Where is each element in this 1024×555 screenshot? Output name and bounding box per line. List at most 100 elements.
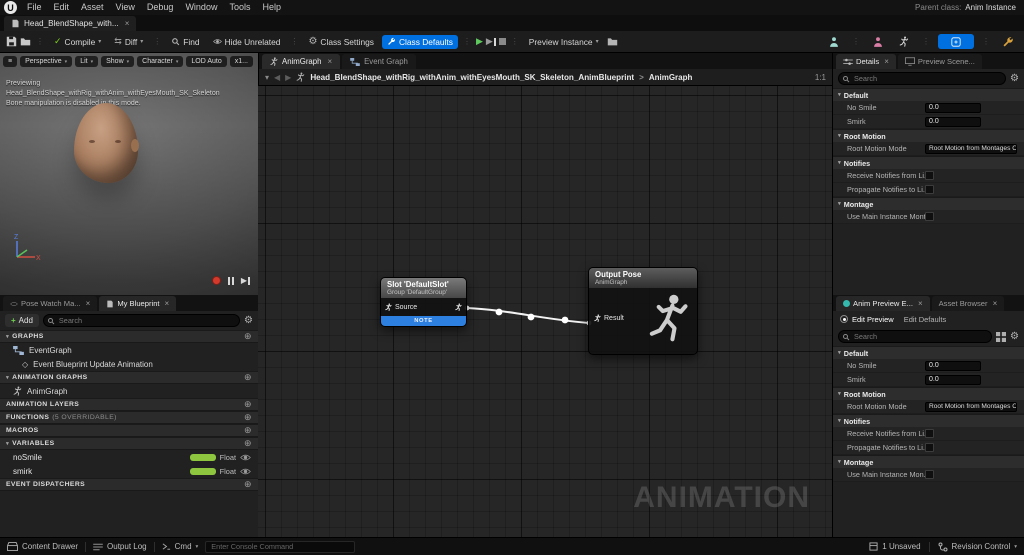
smirk-value-field[interactable]: 0.0	[925, 116, 981, 127]
compile-button[interactable]: ✓ Compile ▾	[49, 34, 106, 49]
hide-unrelated-button[interactable]: Hide Unrelated	[208, 35, 286, 49]
preview-viewport[interactable]: ≡ Perspective ▾ Lit ▾ Show ▾ Character ▾ LOD…	[0, 53, 258, 295]
gear-icon[interactable]: ⚙	[244, 315, 253, 326]
section-functions[interactable]: FUNCTIONS (5 OVERRIDABLE) ⊕	[0, 411, 258, 424]
section-variables[interactable]: ▾ VARIABLES ⊕	[0, 437, 258, 450]
slot-node-header[interactable]: Slot 'DefaultSlot' Group 'DefaultGroup'	[381, 278, 466, 298]
section-root-motion[interactable]: ▾ Root Motion	[833, 129, 1024, 142]
tab-animgraph[interactable]: AnimGraph ×	[262, 54, 341, 69]
receive-notifies-checkbox[interactable]	[925, 429, 934, 438]
section-macros[interactable]: MACROS ⊕	[0, 424, 258, 437]
find-button[interactable]: Find	[166, 35, 204, 49]
class-settings-button[interactable]: ⚙ Class Settings	[303, 35, 379, 49]
unreal-logo-icon[interactable]: U	[4, 1, 17, 14]
smirk-value-field[interactable]: 0.0	[925, 374, 981, 385]
close-icon[interactable]: ×	[86, 299, 91, 308]
playback-speed-button[interactable]: x1...	[229, 56, 253, 67]
edit-preview-radio[interactable]: Edit Preview	[840, 315, 894, 324]
lod-dropdown[interactable]: LOD Auto	[186, 56, 227, 67]
variable-row-smirk[interactable]: smirk Float	[0, 464, 258, 478]
asset-tab[interactable]: Head_BlendShape_with... ×	[4, 16, 137, 31]
section-root-motion[interactable]: ▾ Root Motion	[833, 387, 1024, 400]
animgraph-canvas[interactable]: Slot 'DefaultSlot' Group 'DefaultGroup' …	[258, 86, 832, 537]
eye-icon[interactable]	[240, 454, 251, 461]
viewport-menu-button[interactable]: ≡	[3, 56, 18, 67]
section-montage[interactable]: ▾ Montage	[833, 455, 1024, 468]
skeleton-mode-button[interactable]	[824, 34, 844, 50]
close-icon[interactable]: ×	[993, 299, 998, 308]
step-forward-button[interactable]: ▶	[241, 276, 250, 285]
pose-output-pin[interactable]	[455, 302, 462, 312]
receive-notifies-checkbox[interactable]	[925, 171, 934, 180]
menu-edit[interactable]: Edit	[48, 0, 76, 15]
result-input-pin[interactable]: Result	[594, 314, 624, 323]
use-main-instance-checkbox[interactable]	[925, 212, 934, 221]
use-main-instance-checkbox[interactable]	[925, 470, 934, 479]
chevron-down-icon[interactable]: ▾	[140, 38, 143, 45]
close-icon[interactable]: ×	[125, 19, 130, 28]
nav-back-icon[interactable]: ◀	[274, 73, 280, 82]
revision-control-button[interactable]: Revision Control ▾	[938, 542, 1017, 552]
tab-preview-scene[interactable]: Preview Scene...	[897, 54, 982, 69]
variable-row-nosmile[interactable]: noSmile Float	[0, 450, 258, 464]
root-motion-mode-dropdown[interactable]: Root Motion from Montages Or ▾	[925, 143, 1017, 154]
mesh-mode-button[interactable]	[868, 34, 888, 50]
menu-help[interactable]: Help	[256, 0, 287, 15]
console-command-input[interactable]	[205, 540, 356, 553]
menu-asset[interactable]: Asset	[75, 0, 110, 15]
close-icon[interactable]: ×	[884, 57, 889, 66]
perspective-dropdown[interactable]: Perspective ▾	[20, 56, 73, 67]
item-event-update-animation[interactable]: ◇ Event Blueprint Update Animation	[0, 357, 258, 371]
add-animation-graph-icon[interactable]: ⊕	[244, 372, 252, 383]
unsaved-indicator[interactable]: 1 Unsaved	[869, 542, 921, 551]
section-montage[interactable]: ▾ Montage	[833, 197, 1024, 210]
section-animation-graphs[interactable]: ▾ ANIMATION GRAPHS ⊕	[0, 371, 258, 384]
add-animation-layer-icon[interactable]: ⊕	[244, 399, 252, 410]
section-notifies[interactable]: ▾ Notifies	[833, 414, 1024, 427]
item-eventgraph[interactable]: EventGraph	[0, 343, 258, 357]
pause-button[interactable]	[227, 276, 234, 285]
slot-node[interactable]: Slot 'DefaultSlot' Group 'DefaultGroup' …	[380, 277, 467, 327]
root-motion-mode-dropdown[interactable]: Root Motion from Montages O ▾	[925, 401, 1017, 412]
menu-tools[interactable]: Tools	[223, 0, 256, 15]
no-smile-value-field[interactable]: 0.0	[925, 102, 981, 113]
output-pose-header[interactable]: Output Pose AnimGraph	[589, 268, 697, 288]
stop-button[interactable]	[498, 38, 506, 45]
menu-file[interactable]: File	[21, 0, 48, 15]
eye-icon[interactable]	[240, 468, 251, 475]
tab-pose-watch[interactable]: Pose Watch Ma... ×	[3, 296, 98, 311]
close-icon[interactable]: ×	[327, 57, 332, 66]
add-variable-icon[interactable]: ⊕	[244, 438, 252, 449]
search-input[interactable]	[838, 72, 1007, 85]
nav-forward-icon[interactable]: ▶	[285, 73, 291, 82]
add-function-icon[interactable]: ⊕	[244, 412, 252, 423]
tab-asset-browser[interactable]: Asset Browser ×	[931, 296, 1005, 311]
lit-dropdown[interactable]: Lit ▾	[75, 56, 99, 67]
output-pose-node[interactable]: Output Pose AnimGraph Result	[588, 267, 698, 355]
save-icon[interactable]	[6, 36, 17, 47]
section-event-dispatchers[interactable]: EVENT DISPATCHERS ⊕	[0, 478, 258, 491]
section-notifies[interactable]: ▾ Notifies	[833, 156, 1024, 169]
character-dropdown[interactable]: Character ▾	[137, 56, 184, 67]
frame-skip-button[interactable]: ▶	[486, 36, 496, 47]
tab-event-graph[interactable]: Event Graph	[342, 54, 416, 69]
source-input-pin[interactable]: Source	[385, 302, 417, 312]
propagate-notifies-checkbox[interactable]	[925, 443, 934, 452]
search-input[interactable]	[42, 314, 241, 327]
record-button[interactable]	[211, 276, 221, 285]
close-icon[interactable]: ×	[918, 299, 923, 308]
menu-window[interactable]: Window	[179, 0, 223, 15]
content-drawer-button[interactable]: Content Drawer	[7, 542, 78, 551]
tab-details[interactable]: Details ×	[836, 54, 896, 69]
section-animation-layers[interactable]: ANIMATION LAYERS ⊕	[0, 398, 258, 411]
preview-instance-dropdown[interactable]: Preview Instance ▾	[524, 35, 604, 49]
propagate-notifies-checkbox[interactable]	[925, 185, 934, 194]
menu-view[interactable]: View	[110, 0, 141, 15]
add-button[interactable]: + Add	[5, 314, 39, 327]
diff-button[interactable]: ⇆ Diff ▾	[109, 34, 148, 49]
blueprint-mode-button-active[interactable]	[938, 34, 974, 49]
bookmark-dropdown-icon[interactable]: ▾	[265, 73, 269, 82]
breadcrumb-root[interactable]: Head_BlendShape_withRig_withAnim_withEye…	[310, 73, 634, 82]
gear-icon[interactable]: ⚙	[1010, 331, 1019, 342]
edit-defaults-radio[interactable]: Edit Defaults	[904, 315, 947, 324]
